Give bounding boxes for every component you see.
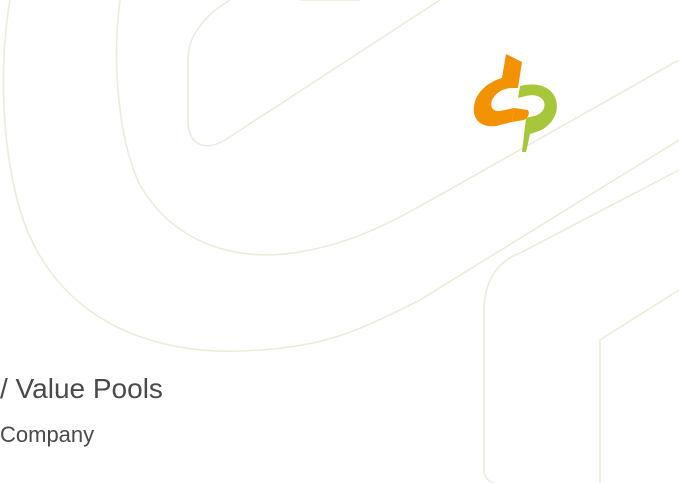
interlocking-s-logo-icon <box>473 54 557 152</box>
slide: / Value Pools Company <box>0 0 679 483</box>
slide-title: / Value Pools <box>0 373 163 404</box>
outline-logo-watermark <box>2 0 679 483</box>
slide-subtitle: Company <box>0 422 95 447</box>
